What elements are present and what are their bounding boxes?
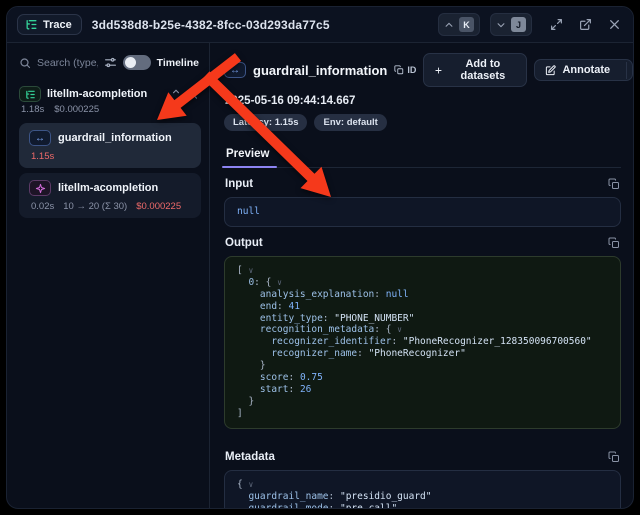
open-external-button[interactable] xyxy=(577,16,594,33)
timeline-toggle-label: Timeline xyxy=(157,57,199,69)
list-tree-icon xyxy=(25,89,36,100)
next-shortcut-button[interactable]: J xyxy=(490,13,532,36)
output-section-title: Output xyxy=(225,237,263,249)
external-link-icon xyxy=(579,18,592,31)
timeline-toggle[interactable] xyxy=(123,55,151,70)
trace-id: 3dd538d8-b25e-4382-8fcc-03d293da77c5 xyxy=(92,18,428,32)
prev-shortcut-button[interactable]: K xyxy=(438,13,480,36)
env-badge: Env: default xyxy=(314,114,386,131)
node-cost: $0.000225 xyxy=(136,201,181,212)
annotate-dropdown-button[interactable] xyxy=(626,62,633,79)
trace-node-icon xyxy=(19,86,41,102)
edit-pencil-icon xyxy=(545,65,556,76)
sparkle-icon xyxy=(35,183,46,194)
node-name: guardrail_information xyxy=(58,132,172,144)
copy-icon xyxy=(394,65,404,75)
observation-timestamp: 2025-05-16 09:44:14.667 xyxy=(225,95,621,107)
trace-detail-window: Trace 3dd538d8-b25e-4382-8fcc-03d293da77… xyxy=(6,6,634,509)
close-icon xyxy=(608,18,621,31)
metadata-json-viewer[interactable]: { ∨ guardrail_name: "presidio_guard" gua… xyxy=(224,470,621,509)
span-node-icon: ↔ xyxy=(29,130,51,146)
collapse-all-icon[interactable] xyxy=(171,89,181,99)
trace-tree-sidebar: Search (type, titl Timeline litellm-acom… xyxy=(7,43,210,509)
observation-detail-panel: ↔ guardrail_information ID Add to datase… xyxy=(210,43,633,509)
root-latency: 1.18s xyxy=(21,104,44,115)
output-json-viewer[interactable]: [ ∨ 0: { ∨ analysis_explanation: null en… xyxy=(224,256,621,429)
metadata-section-title: Metadata xyxy=(225,451,275,463)
tree-root-name: litellm-acompletion xyxy=(47,88,165,100)
add-to-datasets-button[interactable]: Add to datasets xyxy=(423,53,527,87)
maximize-icon xyxy=(550,18,563,31)
chevron-up-icon xyxy=(444,20,454,30)
node-latency: 0.02s xyxy=(31,201,54,212)
span-type-icon: ↔ xyxy=(224,62,246,78)
root-cost: $0.000225 xyxy=(54,104,99,115)
close-button[interactable] xyxy=(606,16,623,33)
filter-sliders-icon[interactable] xyxy=(104,56,117,69)
tab-preview[interactable]: Preview xyxy=(224,143,271,167)
search-input[interactable]: Search (type, titl xyxy=(37,57,98,69)
tree-item-litellm-acompletion[interactable]: litellm-acompletion 0.02s 10 → 20 (Σ 30)… xyxy=(19,173,201,218)
generation-node-icon xyxy=(29,180,51,196)
copy-icon[interactable] xyxy=(608,178,620,190)
annotate-button[interactable]: Annotate xyxy=(535,60,620,80)
tree-root-item[interactable]: litellm-acompletion xyxy=(15,80,201,104)
tree-item-guardrail-information[interactable]: ↔ guardrail_information 1.15s xyxy=(19,123,201,168)
tab-bar: Preview xyxy=(224,143,621,168)
add-to-datasets-label: Add to datasets xyxy=(449,58,516,82)
copy-icon[interactable] xyxy=(608,237,620,249)
search-icon xyxy=(19,57,31,69)
input-section-title: Input xyxy=(225,178,253,190)
observation-title: guardrail_information xyxy=(253,63,387,78)
keycap-k: K xyxy=(459,17,474,32)
trace-badge-label: Trace xyxy=(43,19,72,31)
list-tree-icon xyxy=(25,18,38,31)
node-latency: 1.15s xyxy=(31,151,54,162)
latency-badge: Latency: 1.15s xyxy=(224,114,307,131)
id-label: ID xyxy=(407,65,416,75)
trace-type-badge: Trace xyxy=(17,14,82,35)
copy-id-chip[interactable]: ID xyxy=(394,65,416,75)
copy-icon[interactable] xyxy=(608,451,620,463)
annotate-split-button[interactable]: Annotate xyxy=(534,59,632,81)
node-tokens: 10 → 20 (Σ 30) xyxy=(63,201,127,212)
plus-icon xyxy=(434,65,443,76)
keycap-j: J xyxy=(511,17,526,32)
input-json-viewer[interactable]: null xyxy=(224,197,621,227)
annotate-label: Annotate xyxy=(562,64,610,76)
top-bar: Trace 3dd538d8-b25e-4382-8fcc-03d293da77… xyxy=(7,7,633,43)
node-name: litellm-acompletion xyxy=(58,182,158,194)
expand-button[interactable] xyxy=(548,16,565,33)
chevron-down-icon xyxy=(496,20,506,30)
chevrons-collapse-icon[interactable] xyxy=(189,89,199,99)
